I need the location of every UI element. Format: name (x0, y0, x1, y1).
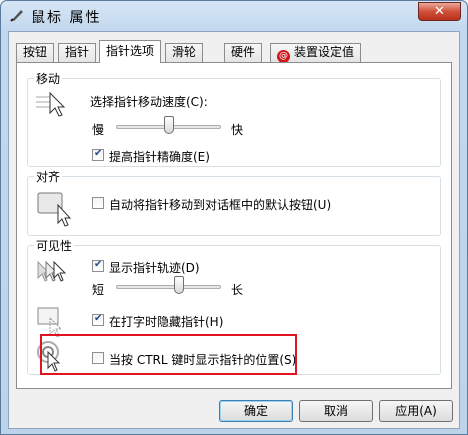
motion-group: 移动 选择指针移动速度(C): 慢 快 提高指针精确度(E) (27, 70, 441, 167)
snap-checkbox[interactable] (92, 197, 104, 209)
snap-title: 对齐 (34, 168, 63, 185)
hide-pointer-icon (36, 306, 68, 341)
speed-label: 选择指针移动速度(C): (90, 95, 208, 109)
motion-title: 移动 (34, 70, 63, 87)
ctrl-locate-label: 当按 CTRL 键时显示指针的位置(S) (109, 353, 297, 367)
trails-slider-thumb[interactable] (174, 276, 184, 294)
ctrl-locate-checkbox[interactable] (92, 352, 104, 364)
window-title: 鼠标 属性 (31, 10, 102, 26)
short-label: 短 (92, 283, 105, 297)
visibility-title: 可见性 (34, 237, 75, 254)
apply-button[interactable]: 应用(A) (379, 400, 453, 422)
mouse-properties-window: 鼠标 属性 ✕ 按钮 指针 指针选项 滑轮 硬件 @ 装置设定值 移动 选择指针… (0, 0, 468, 435)
fast-label: 快 (231, 123, 244, 137)
visibility-group: 可见性 显示指针轨迹(D) 短 长 (27, 237, 441, 375)
dialog-client: 按钮 指针 指针选项 滑轮 硬件 @装置设定值 移动 选择指针移动速度(C): (8, 31, 460, 429)
slow-label: 慢 (92, 123, 105, 137)
mouse-title-icon (9, 7, 25, 23)
trails-checkbox[interactable] (92, 259, 104, 272)
pointer-speed-icon (36, 89, 70, 122)
hide-checkbox[interactable] (92, 313, 104, 326)
pointer-options-panel: 移动 选择指针移动速度(C): 慢 快 提高指针精确度(E) 对齐 (16, 62, 452, 389)
pointer-trails-icon (34, 258, 70, 289)
tab-hardware[interactable]: 硬件 (224, 43, 263, 62)
tab-buttons[interactable]: 按钮 (16, 43, 55, 62)
tab-pointer-options[interactable]: 指针选项 (99, 40, 162, 63)
snap-to-icon (36, 191, 72, 230)
snap-label: 自动将指针移动到对话框中的默认按钮(U) (109, 198, 332, 212)
cancel-button[interactable]: 取消 (299, 400, 373, 422)
trails-slider-track[interactable] (116, 285, 221, 289)
title-bar[interactable]: 鼠标 属性 ✕ (1, 1, 467, 31)
tab-pointers[interactable]: 指针 (58, 43, 97, 62)
tab-wheel[interactable]: 滑轮 (165, 43, 204, 62)
tab-device-settings[interactable]: @ 装置设定值 (270, 43, 362, 63)
tab-device-settings-label: 装置设定值 (294, 45, 355, 59)
speed-slider-thumb[interactable] (163, 116, 174, 134)
snap-group: 对齐 自动将指针移动到对话框中的默认按钮(U) (27, 168, 441, 236)
precision-checkbox[interactable] (92, 148, 104, 161)
ctrl-locate-icon (36, 340, 68, 375)
ok-button[interactable]: 确定 (219, 400, 293, 422)
hide-label: 在打字时隐藏指针(H) (109, 315, 224, 329)
long-label: 长 (231, 283, 244, 297)
close-button[interactable]: ✕ (418, 2, 461, 21)
precision-label: 提高指针精确度(E) (109, 150, 210, 164)
trails-label: 显示指针轨迹(D) (109, 261, 200, 275)
